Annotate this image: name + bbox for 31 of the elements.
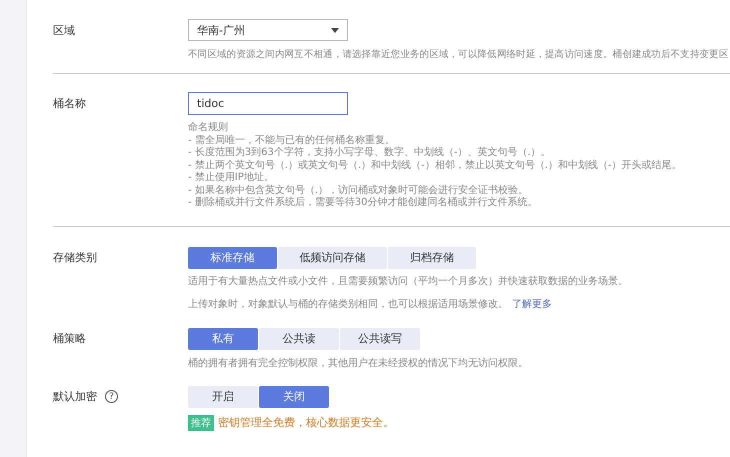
- hint-text: 不同区域的资源之间内网互不相通，请选择靠近您业务的区域，可以降低网络时延，提高访问速度。桶创建成功后不支持变更区: [188, 48, 730, 62]
- option-tab[interactable]: 开启: [188, 386, 258, 408]
- hint-text: 适用于有大量热点文件或小文件，且需要频繁访问（平均一个月多次）并快速获取数据的业务场景。: [188, 274, 629, 288]
- option-tab[interactable]: 公共读: [259, 328, 339, 350]
- promo-text: 密钥管理全免费，核心数据更安全。: [218, 415, 394, 430]
- field-label: 默认加密: [53, 389, 97, 404]
- recommend-badge: 推荐: [188, 414, 214, 430]
- rule-text: - 长度范围为3到63个字符，支持小写字母、数字、中划线（-）、英文句号（.）。: [188, 147, 552, 160]
- hint-text: 桶的拥有者拥有完全控制权限，其他用户在未经授权的情况下均无访问权限。: [188, 356, 529, 370]
- field-label: 桶名称: [53, 96, 86, 110]
- option-tab[interactable]: 私有: [188, 328, 258, 350]
- option-tab[interactable]: 标准存储: [188, 246, 277, 268]
- option-tab[interactable]: 低频访问存储: [278, 246, 387, 268]
- field-label: 区域: [53, 22, 75, 38]
- rule-text: - 需全局唯一，不能与已有的任何桶名称重复。: [188, 134, 396, 146]
- option-tab[interactable]: 公共读写: [340, 328, 420, 350]
- rule-text: - 禁止两个英文句号（.）或英文句号（.）和中划线（-）相邻，禁止以英文句号（.）和中划线（-）开头或结尾。: [188, 160, 683, 172]
- field-label: 桶策略: [53, 331, 86, 346]
- learn-more-link[interactable]: 了解更多: [512, 298, 552, 310]
- input-field[interactable]: tidoc: [188, 92, 348, 115]
- option-tab[interactable]: 关闭: [259, 386, 329, 408]
- rule-text: - 删除桶或并行文件系统后，需要等待30分钟才能创建同名桶或并行文件系统。: [188, 197, 539, 210]
- hint-text: 上传对象时，对象默认与桶的存储类别相同，也可以根据适用场景修改。 了解更多: [188, 298, 553, 312]
- rules-title: 命名规则: [188, 122, 229, 134]
- rule-text: - 如果名称中包含英文句号（.），访问桶或对象时可能会进行安全证书校验。: [188, 184, 529, 196]
- help-icon[interactable]: ?: [105, 390, 118, 403]
- rule-text: - 禁止使用IP地址。: [188, 172, 275, 184]
- field-label: 存储类别: [53, 250, 97, 265]
- caret-icon: [331, 28, 339, 32]
- option-tab[interactable]: 归档存储: [388, 246, 476, 268]
- region-select[interactable]: 华南-广州: [188, 19, 348, 41]
